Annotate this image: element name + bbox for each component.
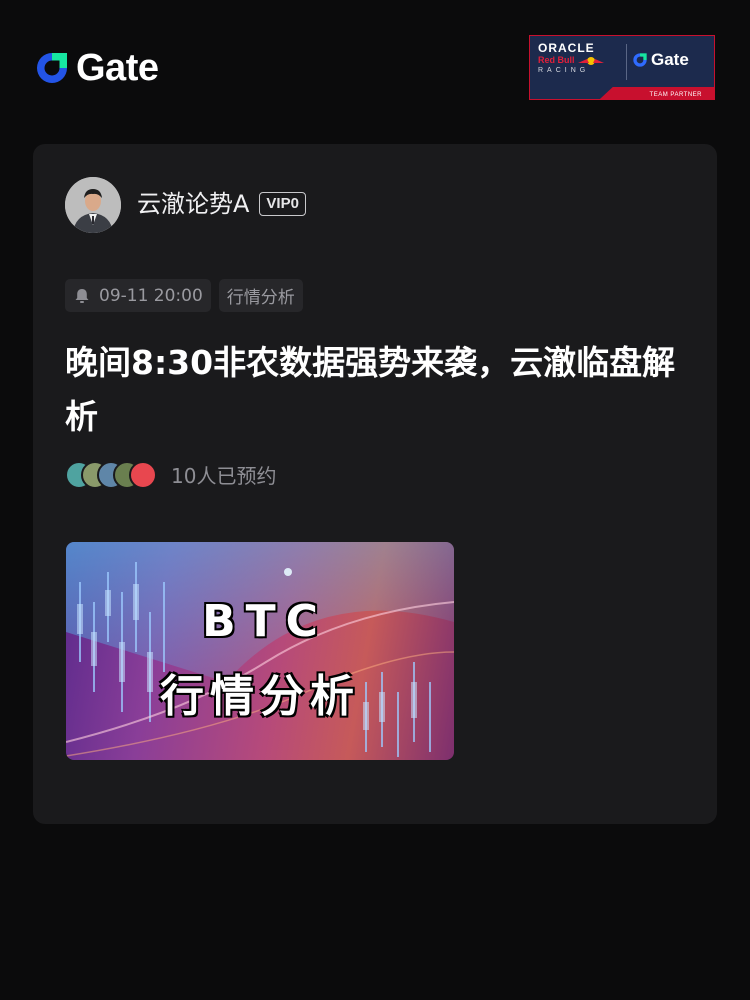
- logo-text: Gate: [76, 47, 159, 89]
- vip-badge: VIP0: [259, 192, 306, 216]
- thumbnail-title-btc: BTC: [202, 596, 328, 647]
- reserver-avatars: [65, 460, 157, 489]
- category-label: 行情分析: [226, 288, 295, 308]
- chart-background-art: [66, 542, 454, 757]
- team-partner-text: TEAM PARTNER: [649, 92, 702, 98]
- gate-small-icon: [633, 53, 647, 67]
- category-tag[interactable]: 行情分析: [218, 279, 303, 312]
- post-title[interactable]: 晚间8:30非农数据强势来袭，云澈临盘解析: [65, 336, 695, 444]
- author-row: 云澈论势A VIP0: [137, 188, 306, 220]
- redbull-text: Red Bull: [538, 55, 622, 66]
- post-tags: 09-11 20:00 行情分析: [65, 279, 303, 312]
- partner-badge[interactable]: ORACLE Red Bull RACING Gate TEAM PARTNER: [529, 35, 715, 100]
- reservation-count: 10人已预约: [171, 464, 277, 488]
- oracle-text: ORACLE: [538, 41, 595, 55]
- event-time: 09-11 20:00: [99, 285, 203, 306]
- thumbnail-title-analysis: 行情分析: [160, 671, 360, 722]
- avatar-portrait-icon: [65, 177, 121, 233]
- author-name[interactable]: 云澈论势A: [137, 188, 249, 220]
- time-tag: 09-11 20:00: [65, 279, 211, 312]
- redbull-label: Red Bull: [538, 55, 575, 65]
- author-avatar[interactable]: [65, 177, 121, 233]
- partner-gate-logo: Gate: [632, 50, 689, 70]
- gate-logo-icon: [37, 53, 67, 83]
- bulls-icon: [577, 56, 604, 65]
- reserver-avatar: [129, 460, 157, 489]
- post-card[interactable]: 云澈论势A VIP0 09-11 20:00 行情分析 晚间8:30非农数据强势…: [33, 144, 717, 824]
- gate-logo[interactable]: Gate: [34, 47, 159, 89]
- badge-divider: [626, 44, 627, 80]
- reservation-row: 10人已预约: [65, 460, 276, 489]
- racing-text: RACING: [538, 67, 590, 74]
- post-thumbnail[interactable]: BTC 行情分析: [66, 542, 454, 760]
- oracle-redbull-logo: ORACLE Red Bull RACING: [538, 42, 622, 76]
- bell-icon: [75, 288, 89, 303]
- partner-gate-text: Gate: [651, 50, 689, 69]
